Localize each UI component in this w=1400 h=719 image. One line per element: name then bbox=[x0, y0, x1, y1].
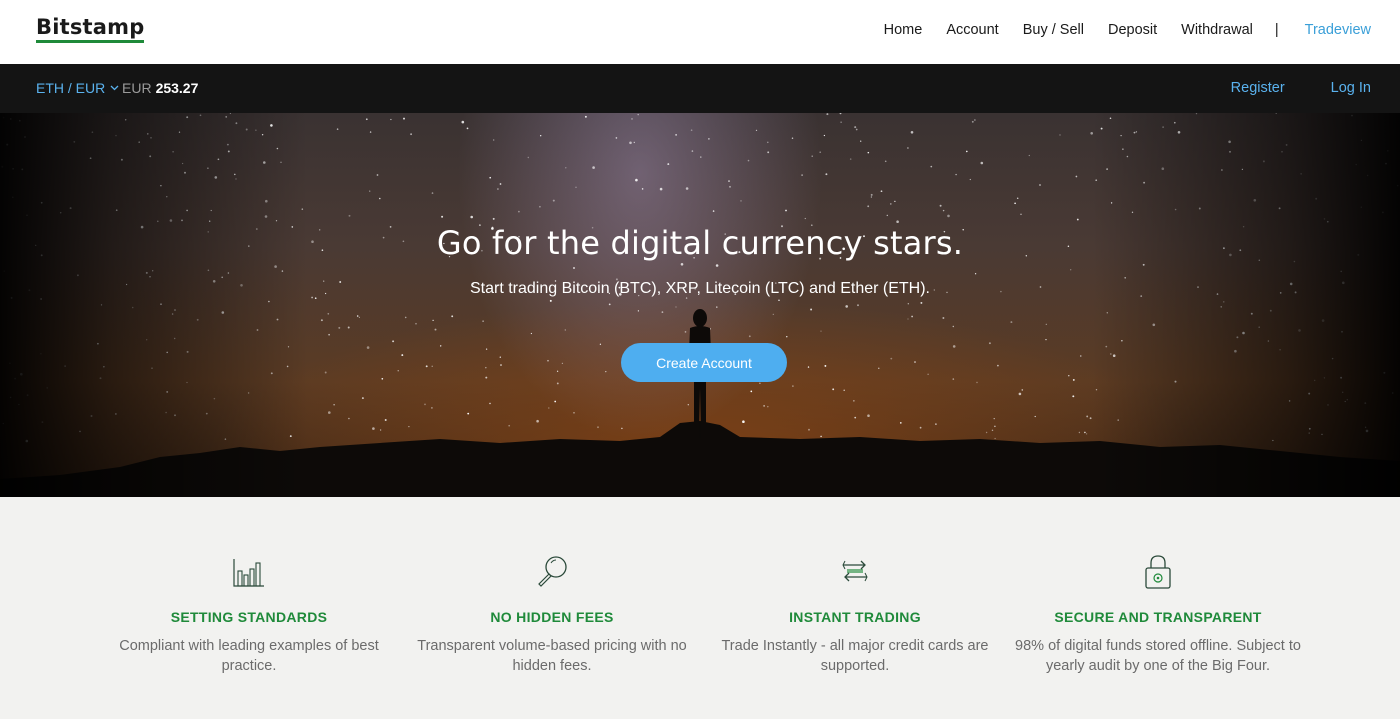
create-account-button[interactable]: Create Account bbox=[621, 343, 787, 382]
currency-pair-selector[interactable]: ETH / EUR bbox=[36, 80, 119, 96]
feature-title: SECURE AND TRANSPARENT bbox=[1054, 609, 1262, 625]
ticker-bar: ETH / EUR EUR 253.27 Register Log In bbox=[0, 64, 1400, 113]
bar-chart-icon bbox=[233, 559, 264, 587]
nav-withdrawal[interactable]: Withdrawal bbox=[1181, 20, 1253, 40]
feature-description: Compliant with leading examples of best … bbox=[99, 636, 399, 676]
main-nav: Home Account Buy / Sell Deposit Withdraw… bbox=[860, 20, 1371, 40]
feature-desc-line: yearly audit by one of the Big Four. bbox=[1045, 658, 1271, 674]
price-currency: EUR bbox=[122, 80, 152, 96]
price-value: 253.27 bbox=[155, 80, 199, 96]
feature-desc-line: supported. bbox=[820, 658, 890, 674]
hero-banner: Go for the digital currency stars. Start… bbox=[0, 113, 1400, 497]
register-link[interactable]: Register bbox=[1231, 80, 1285, 96]
features-section: SETTING STANDARDS Compliant with leading… bbox=[0, 497, 1400, 719]
feature-desc-line: hidden fees. bbox=[512, 658, 592, 674]
feature-desc-line: Compliant with leading examples of best bbox=[119, 638, 379, 654]
magnifier-icon bbox=[538, 556, 567, 587]
price-display: EUR 253.27 bbox=[122, 80, 198, 96]
feature-desc-line: Trade Instantly - all major credit cards… bbox=[721, 638, 989, 654]
feature-description: 98% of digital funds stored offline. Sub… bbox=[1008, 636, 1308, 676]
nav-deposit[interactable]: Deposit bbox=[1108, 20, 1157, 40]
feature-desc-line: Transparent volume-based pricing with no bbox=[417, 638, 687, 654]
nav-home[interactable]: Home bbox=[884, 20, 923, 40]
currency-pair-label: ETH / EUR bbox=[36, 80, 106, 96]
nav-tradeview[interactable]: Tradeview bbox=[1305, 20, 1371, 40]
feature-desc-line: 98% of digital funds stored offline. Sub… bbox=[1015, 638, 1301, 654]
exchange-arrows-icon bbox=[842, 560, 868, 582]
lock-icon bbox=[1145, 555, 1171, 589]
feature-description: Transparent volume-based pricing with no… bbox=[402, 636, 702, 676]
auth-links: Register Log In bbox=[1185, 80, 1371, 96]
feature-title: SETTING STANDARDS bbox=[170, 609, 328, 625]
feature-description: Trade Instantly - all major credit cards… bbox=[705, 636, 1005, 676]
chevron-down-icon bbox=[110, 85, 119, 91]
hero-title: Go for the digital currency stars. bbox=[436, 224, 964, 262]
nav-account[interactable]: Account bbox=[946, 20, 998, 40]
hero-subtitle: Start trading Bitcoin (BTC), XRP, Liteco… bbox=[469, 280, 930, 297]
bitstamp-logo[interactable]: Bitstamp bbox=[36, 16, 145, 43]
nav-separator: | bbox=[1274, 22, 1279, 38]
login-link[interactable]: Log In bbox=[1331, 80, 1371, 96]
feature-title: INSTANT TRADING bbox=[789, 609, 921, 625]
top-navbar: Bitstamp Home Account Buy / Sell Deposit… bbox=[0, 0, 1400, 64]
hero-vignette bbox=[0, 113, 1400, 497]
nav-buy-sell[interactable]: Buy / Sell bbox=[1023, 20, 1084, 40]
feature-title: NO HIDDEN FEES bbox=[490, 609, 614, 625]
feature-desc-line: practice. bbox=[221, 658, 277, 674]
